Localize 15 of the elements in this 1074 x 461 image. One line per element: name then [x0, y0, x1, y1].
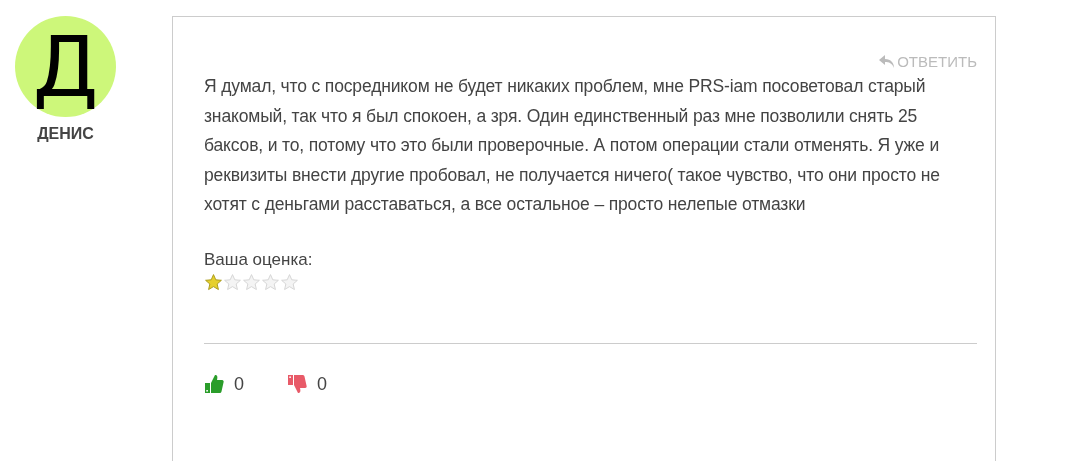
- dislike-count: 0: [317, 373, 328, 395]
- star-icon[interactable]: [261, 272, 280, 292]
- author-name: ДЕНИС: [37, 125, 94, 143]
- thumbs-up-icon[interactable]: [204, 374, 224, 395]
- star-icon[interactable]: [223, 272, 242, 292]
- reply-icon: [879, 54, 896, 69]
- star-icon[interactable]: [204, 272, 223, 292]
- reply-link[interactable]: ОТВЕТИТЬ: [879, 53, 977, 70]
- like-count: 0: [234, 373, 244, 395]
- comment-text: Я думал, что с посредником не будет никаких проблем, мне PRS-iam посоветовал старый знакомый, так что я был спокоен, а зря. Один единственный раз мне позволили снять 25 баксов, и то, потому что это были проверочные. А потом операции стали отменять. Я уже и реквизиты внести другие пробовал, не получается ничего( такое чувство, что они просто не хотят с деньгами расставаться, а все остальное – просто нелепые отмазки: [204, 75, 941, 217]
- star-icon[interactable]: [280, 272, 299, 292]
- star-icon[interactable]: [242, 272, 261, 292]
- avatar: Д: [15, 16, 116, 117]
- thumbs-down-icon[interactable]: [287, 374, 307, 395]
- rating-label: Ваша оценка:: [204, 249, 314, 270]
